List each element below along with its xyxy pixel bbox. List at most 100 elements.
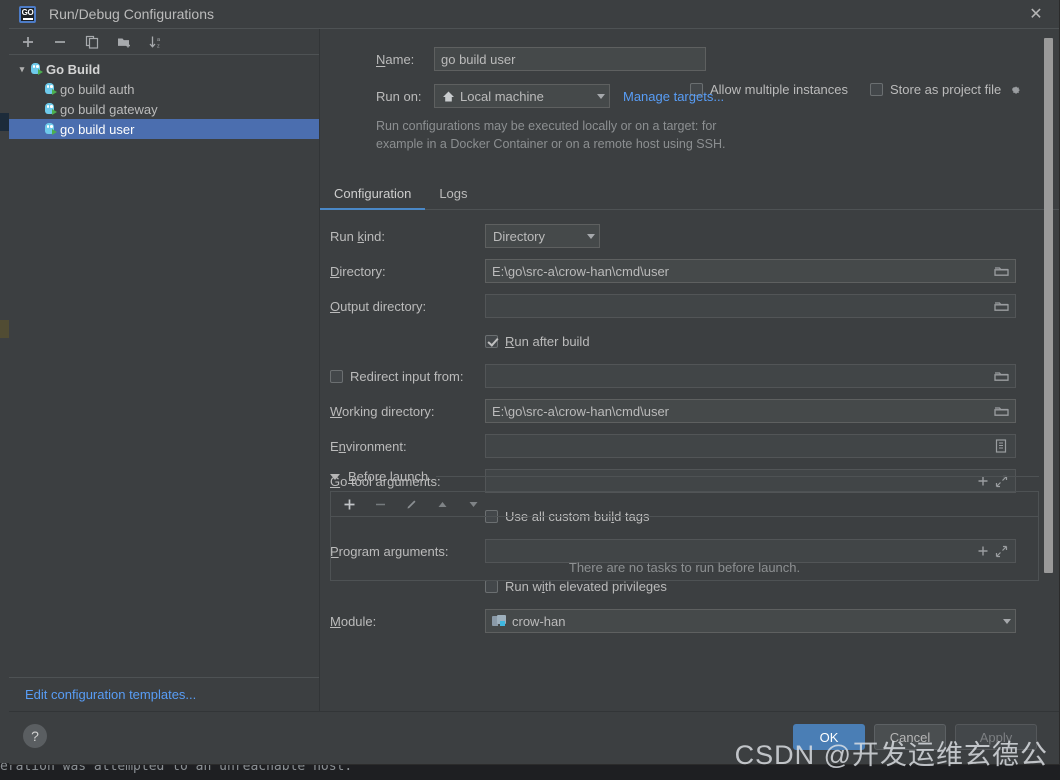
directory-label: Directory: <box>330 263 386 279</box>
working-directory-input[interactable]: E:\go\src-a\crow-han\cmd\user <box>485 399 1016 423</box>
name-input-value: go build user <box>441 51 516 67</box>
add-task-button[interactable] <box>340 495 358 513</box>
before-launch-section: Before launch There are no tasks to run … <box>330 469 1039 581</box>
tree-item-label: go build user <box>60 121 135 137</box>
module-dropdown[interactable]: crow-han <box>485 609 1016 633</box>
before-launch-empty-text: There are no tasks to run before launch. <box>568 560 801 575</box>
folder-icon[interactable] <box>993 263 1009 279</box>
output-directory-row: Output directory: <box>320 294 1059 318</box>
vertical-scrollbar[interactable] <box>1044 38 1053 573</box>
home-icon <box>442 90 455 103</box>
module-row: Module: crow-han <box>320 609 1059 633</box>
before-launch-task-list[interactable]: There are no tasks to run before launch. <box>331 517 1038 580</box>
configurations-tree[interactable]: ▾ Go Build go build auth go build gatewa… <box>9 55 319 677</box>
environment-row: Environment: <box>320 434 1059 458</box>
run-on-row: Run on: Local machine Manage targets... <box>376 84 724 108</box>
redirect-input-input[interactable] <box>485 364 1016 388</box>
ok-button[interactable]: OK <box>793 724 865 750</box>
checkbox-box[interactable] <box>870 83 883 96</box>
module-icon <box>492 615 506 627</box>
tab-configuration[interactable]: Configuration <box>320 186 426 210</box>
run-after-build-label: Run after build <box>505 333 590 349</box>
before-launch-header[interactable]: Before launch <box>330 469 1039 484</box>
remove-configuration-button[interactable] <box>51 33 69 51</box>
directory-input[interactable]: E:\go\src-a\crow-han\cmd\user <box>485 259 1016 283</box>
checkbox-box[interactable] <box>330 369 343 383</box>
module-value: crow-han <box>512 613 566 629</box>
redirect-input-from-checkbox[interactable]: Redirect input from: <box>330 369 485 384</box>
directory-field-wrap: E:\go\src-a\crow-han\cmd\user <box>485 259 1016 283</box>
copy-configuration-button[interactable] <box>83 33 101 51</box>
checkbox-box[interactable] <box>485 334 498 348</box>
chevron-down-icon[interactable] <box>597 93 605 99</box>
working-directory-value: E:\go\src-a\crow-han\cmd\user <box>492 403 670 419</box>
run-after-build-checkbox[interactable]: Run after build <box>485 334 590 349</box>
list-icon[interactable] <box>993 438 1009 454</box>
run-debug-configurations-dialog: GO Run/Debug Configurations ✕ a z ▾ Go B… <box>9 0 1060 765</box>
run-on-hint: Run configurations may be executed local… <box>376 117 936 153</box>
run-kind-row: Run kind: Directory <box>320 224 1059 248</box>
editor-tabs: Configuration Logs <box>320 179 1059 210</box>
remove-task-button <box>371 495 389 513</box>
chevron-down-icon[interactable] <box>1003 618 1011 624</box>
cancel-button[interactable]: Cancel <box>874 724 946 750</box>
go-gopher-icon <box>43 82 57 96</box>
run-kind-dropdown[interactable]: Directory <box>485 224 600 248</box>
folder-icon[interactable] <box>993 298 1009 314</box>
help-button[interactable]: ? <box>23 724 47 748</box>
add-folder-button[interactable] <box>115 33 133 51</box>
tree-group-go-build[interactable]: ▾ Go Build <box>9 59 319 79</box>
tree-item-go-build-user[interactable]: go build user <box>9 119 319 139</box>
configuration-form: Run kind: Directory Directory: E:\go\src… <box>320 224 1059 644</box>
output-directory-label: Output directory: <box>330 298 427 314</box>
checkbox-box[interactable] <box>485 579 498 593</box>
console-output-line: eration was attempted to an unreachable … <box>0 763 1060 780</box>
configuration-editor-panel: Name: go build user Allow multiple insta… <box>320 29 1059 711</box>
folder-icon[interactable] <box>993 368 1009 384</box>
tab-logs[interactable]: Logs <box>425 186 481 209</box>
edit-task-button <box>402 495 420 513</box>
run-on-dropdown[interactable]: Local machine <box>434 84 610 108</box>
working-directory-row: Working directory: E:\go\src-a\crow-han\… <box>320 399 1059 423</box>
svg-text:a: a <box>157 37 161 43</box>
close-icon[interactable]: ✕ <box>1025 4 1047 26</box>
tree-item-go-build-auth[interactable]: go build auth <box>9 79 319 99</box>
gutter-marker-olive <box>0 320 9 338</box>
triangle-down-icon[interactable] <box>330 473 340 480</box>
folder-icon[interactable] <box>993 403 1009 419</box>
gear-icon[interactable] <box>1008 83 1021 96</box>
dialog-footer: ? OK Cancel Apply <box>9 711 1059 764</box>
allow-multiple-instances-label: Allow multiple instances <box>710 82 849 97</box>
apply-button[interactable]: Apply <box>955 724 1037 750</box>
dialog-titlebar: GO Run/Debug Configurations ✕ <box>9 0 1059 29</box>
tree-group-label: Go Build <box>46 61 101 77</box>
edit-configuration-templates-link[interactable]: Edit configuration templates... <box>9 677 319 711</box>
tab-logs-label: Logs <box>439 186 468 201</box>
store-as-project-file-checkbox[interactable]: Store as project file <box>870 82 1021 97</box>
tree-item-label: go build auth <box>60 81 135 97</box>
go-gopher-icon <box>29 62 43 76</box>
go-gopher-icon <box>43 122 57 136</box>
directory-row: Directory: E:\go\src-a\crow-han\cmd\user <box>320 259 1059 283</box>
sort-configurations-button[interactable]: a z <box>147 33 165 51</box>
environment-input[interactable] <box>485 434 1016 458</box>
working-directory-field-wrap: E:\go\src-a\crow-han\cmd\user <box>485 399 1016 423</box>
run-on-label: Run on: <box>376 88 422 104</box>
add-configuration-button[interactable] <box>19 33 37 51</box>
tab-configuration-label: Configuration <box>334 186 412 201</box>
name-label: Name: <box>376 51 415 67</box>
name-row: Name: go build user <box>376 47 1059 71</box>
configuration-scroll-area: Name: go build user Allow multiple insta… <box>320 29 1059 711</box>
chevron-down-icon[interactable]: ▾ <box>15 62 29 76</box>
tree-item-go-build-gateway[interactable]: go build gateway <box>9 99 319 119</box>
output-directory-input[interactable] <box>485 294 1016 318</box>
chevron-down-icon[interactable] <box>587 233 595 239</box>
svg-text:z: z <box>157 43 160 49</box>
run-on-hint-line1: Run configurations may be executed local… <box>376 119 717 133</box>
run-kind-label: Run kind: <box>330 228 385 244</box>
store-as-project-file-label: Store as project file <box>890 82 1002 97</box>
name-input[interactable]: go build user <box>434 47 706 71</box>
before-launch-title: Before launch <box>348 469 429 484</box>
manage-targets-link[interactable]: Manage targets... <box>623 89 724 104</box>
gutter-marker-blue <box>0 113 9 131</box>
